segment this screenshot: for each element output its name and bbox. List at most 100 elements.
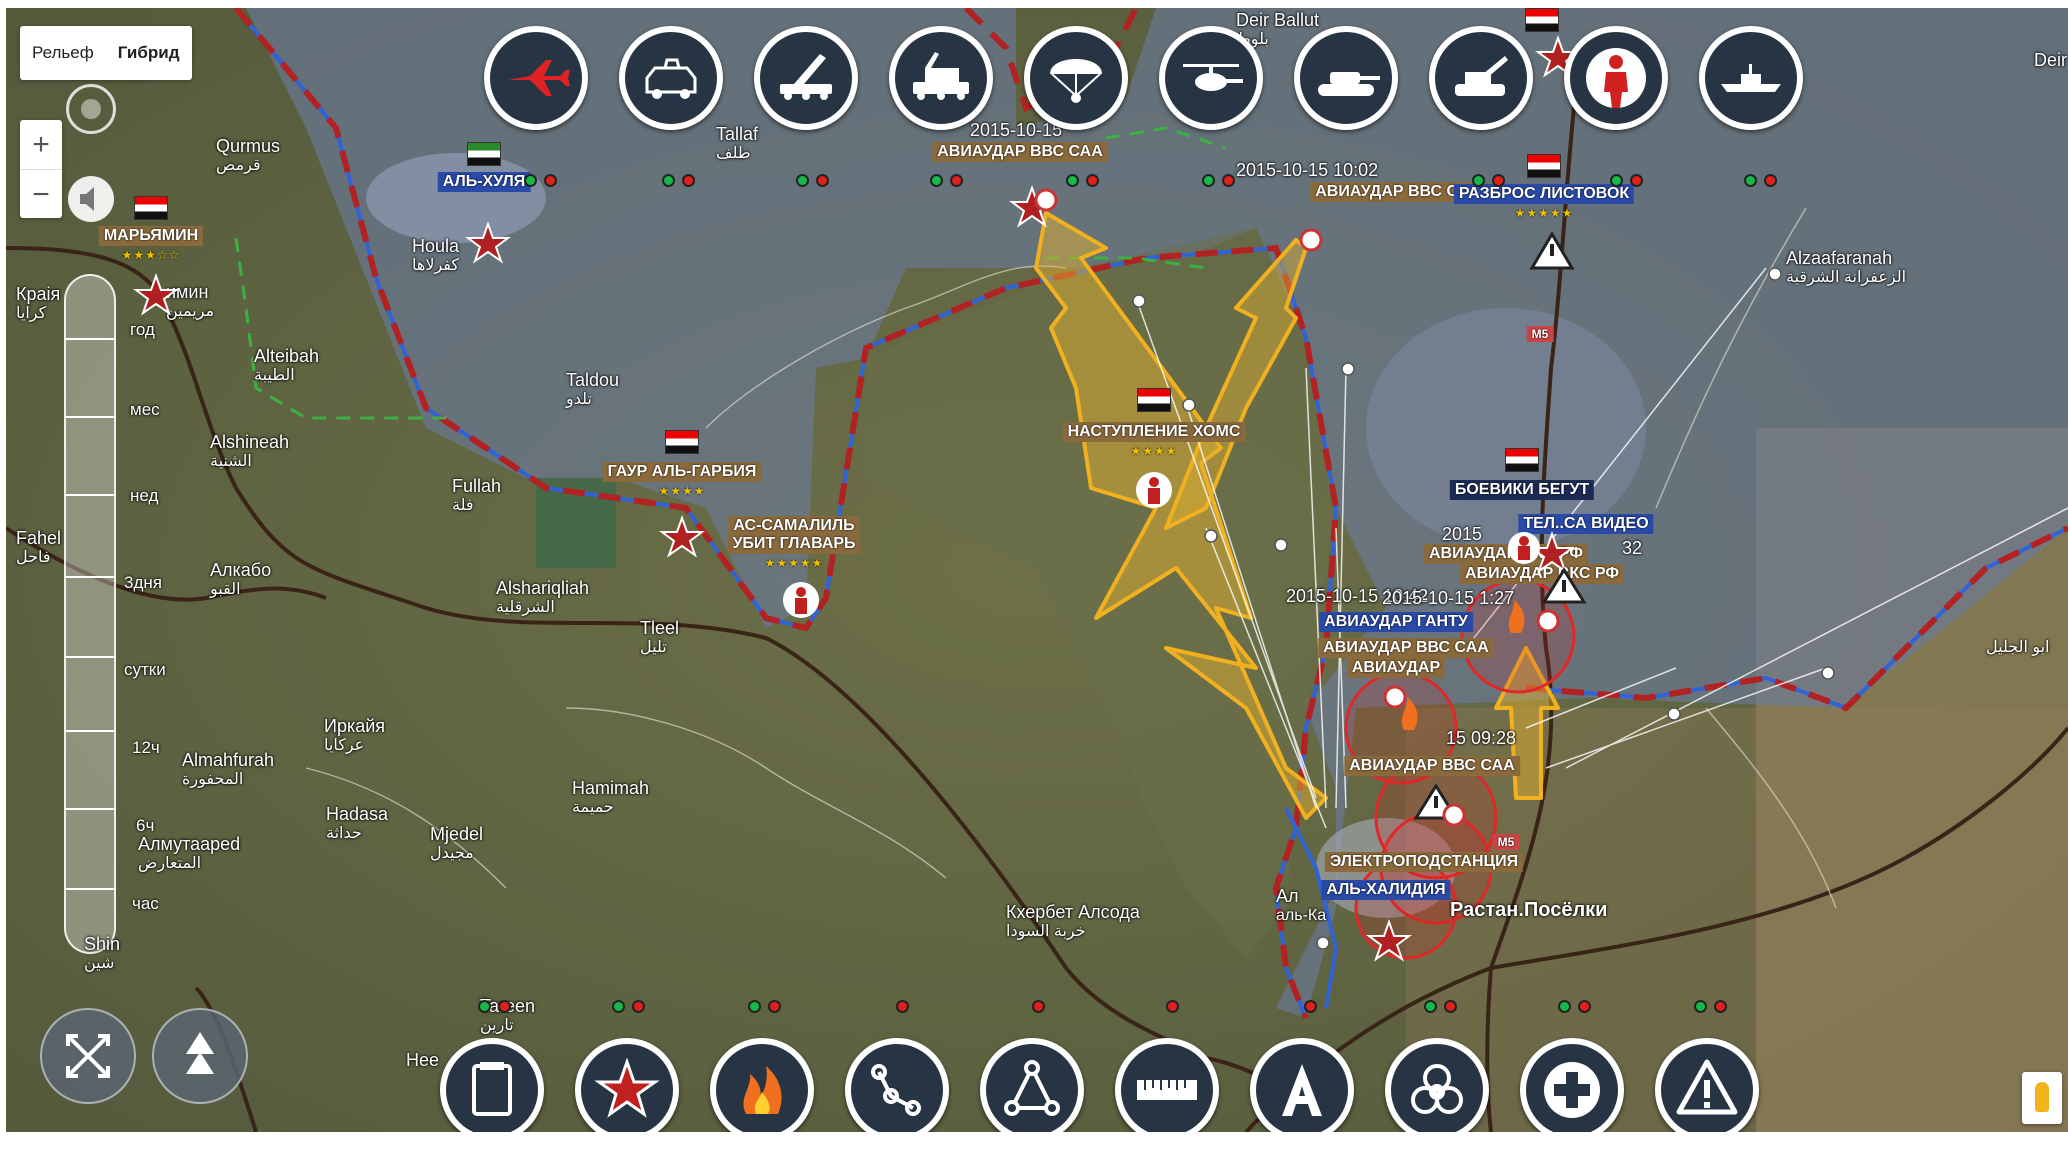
- pan-control[interactable]: [66, 84, 116, 134]
- expand-icon: [66, 1034, 110, 1078]
- town-east: [1366, 308, 1646, 548]
- status-lamp-red: [1304, 1000, 1317, 1013]
- tool-helicopter[interactable]: [1159, 26, 1263, 130]
- marker-label-gaur[interactable]: ГАУР АЛЬ-ГАРБИЯ: [602, 462, 762, 482]
- tool-jet[interactable]: [484, 26, 588, 130]
- rating-stars: ★★★★★: [1514, 206, 1574, 220]
- marker-label-al-hula[interactable]: АЛЬ-ХУЛЯ: [437, 172, 531, 192]
- marker-label-airstrike-g[interactable]: АВИАУДАР ГАНТУ: [1319, 612, 1473, 632]
- timeline-slider[interactable]: [64, 274, 116, 954]
- event-timestamp: 15 09:28: [1446, 728, 1517, 748]
- status-lamp-green: [612, 1000, 625, 1013]
- place-tleel: Tleel تليل: [640, 618, 680, 656]
- timeline-label-day: сутки: [124, 660, 166, 679]
- status-lamp-red: [950, 174, 963, 187]
- tool-medical[interactable]: [1520, 1038, 1624, 1132]
- map-layer: [6, 8, 2068, 1132]
- status-lamp-red: [498, 1000, 511, 1013]
- status-lamp-red: [682, 174, 695, 187]
- town-houla: [366, 153, 546, 243]
- marker-label-marjamin[interactable]: МАРЬЯМИН: [98, 226, 204, 246]
- status-lamp-red: [632, 1000, 645, 1013]
- tool-biohazard[interactable]: [1385, 1038, 1489, 1132]
- tool-mlrs[interactable]: [889, 26, 993, 130]
- medical-cross-icon: [1544, 1062, 1600, 1118]
- place-al-jalil: ابو الجليل: [1986, 639, 2050, 656]
- tool-text[interactable]: [1250, 1038, 1354, 1132]
- place-irkaya: Иркайя عركايا: [324, 716, 386, 754]
- warning-icon: [1676, 1059, 1738, 1115]
- tool-artillery[interactable]: [1429, 26, 1533, 130]
- syria-flag: [1527, 154, 1561, 178]
- tool-route[interactable]: [845, 1038, 949, 1132]
- map-canvas[interactable]: Рельеф Гибрид + − год мес нед 3дня сутки…: [6, 8, 2068, 1132]
- layers-button[interactable]: [152, 1008, 248, 1104]
- place-houla: Houla كفرلاها: [412, 236, 460, 274]
- marker-label-samalil-2[interactable]: УБИТ ГЛАВАРЬ: [727, 534, 861, 554]
- tool-note[interactable]: [440, 1038, 544, 1132]
- marker-label-samalil[interactable]: АС-САМАЛИЛЬ: [728, 516, 860, 536]
- zoom-out-button[interactable]: −: [20, 170, 62, 219]
- fullscreen-button[interactable]: [40, 1008, 136, 1104]
- syria-flag: [665, 430, 699, 454]
- hybrid-option[interactable]: Гибрид: [106, 43, 192, 63]
- status-lamp-green: [1424, 1000, 1437, 1013]
- tank-icon: [1318, 72, 1380, 96]
- timeline-tick: [64, 576, 116, 578]
- place-kraya: Краія كرايا: [16, 284, 61, 322]
- ruler-icon: [1137, 1080, 1197, 1100]
- tool-fire[interactable]: [710, 1038, 814, 1132]
- marker-label-rastan[interactable]: Растан.Посёлки: [1450, 900, 1607, 920]
- relief-option[interactable]: Рельеф: [20, 43, 106, 63]
- tool-rocket-launcher[interactable]: [754, 26, 858, 130]
- street-view-pegman-icon[interactable]: [2022, 1072, 2062, 1124]
- status-lamp-green: [662, 174, 675, 187]
- marker-label-airstrike[interactable]: АВИАУДАР ВВС САА: [1318, 638, 1494, 658]
- place-alshariqliah: Alshariqliah الشرقلية: [496, 578, 590, 616]
- marker-label-airstrike-rf-2[interactable]: АВИАУДАР ВКС РФ: [1460, 564, 1624, 584]
- tool-tank[interactable]: [1294, 26, 1398, 130]
- tool-ruler[interactable]: [1115, 1038, 1219, 1132]
- timeline-tick: [64, 730, 116, 732]
- status-lamp-red: [1492, 174, 1505, 187]
- marker-label-airstrike[interactable]: АВИАУДАР ВВС САА: [932, 142, 1108, 162]
- marker-label-airstrike-rf[interactable]: АВИАУДАР ВКС РФ: [1424, 544, 1588, 564]
- status-lamp-red: [768, 1000, 781, 1013]
- status-lamp-red: [1444, 1000, 1457, 1013]
- status-lamp-green: [1066, 174, 1079, 187]
- place-taldou: Taldou تلدو: [566, 370, 620, 408]
- marker-label-airstrike[interactable]: АВИАУДАР ВВС САА: [1344, 756, 1520, 776]
- place-almahfurah: Almahfurah المحفورة: [182, 750, 275, 788]
- infantry-icon: [1586, 48, 1646, 108]
- place-almutaared: Алмутаарed المتعارض: [138, 834, 241, 872]
- star-icon: [594, 1057, 660, 1118]
- sound-button[interactable]: [68, 176, 114, 222]
- rating-stars: ★★★★: [1130, 444, 1178, 458]
- marker-label-al-khalidiya[interactable]: АЛЬ-ХАЛИДИЯ: [1321, 880, 1451, 900]
- place-hees: Hee: [406, 1050, 440, 1070]
- event-timestamp: 2015-10-15 10:02: [1236, 160, 1379, 180]
- place-qurmus: Qurmus قرمص: [216, 136, 281, 174]
- marker-label-fleeing[interactable]: БОЕВИКИ БЕГУТ: [1449, 480, 1595, 500]
- tool-warning[interactable]: [1655, 1038, 1759, 1132]
- status-lamp-red: [1222, 174, 1235, 187]
- place-kherbet: Кхербет Алсода خربة السودا: [1006, 902, 1140, 940]
- tool-infantry[interactable]: [1564, 26, 1668, 130]
- paratrooper-icon: [1050, 59, 1102, 103]
- tool-triangle-route[interactable]: [980, 1038, 1084, 1132]
- tool-star[interactable]: [575, 1038, 679, 1132]
- timeline-tick: [64, 338, 116, 340]
- marker-label-leaflets[interactable]: РАЗБРОС ЛИСТОВОК: [1453, 184, 1635, 204]
- place-fullah: Fullah فلة: [452, 476, 502, 514]
- rating-stars: ★★★★★: [764, 556, 824, 570]
- tool-warship[interactable]: [1699, 26, 1803, 130]
- marker-label-airstrike[interactable]: АВИАУДАР: [1346, 658, 1446, 678]
- marker-label-offensive[interactable]: НАСТУПЛЕНИЕ ХОМС: [1062, 422, 1246, 442]
- zoom-in-button[interactable]: +: [20, 120, 62, 170]
- rocket-launcher-icon: [780, 54, 832, 100]
- marker-label-power[interactable]: ЭЛЕКТРОПОДСТАНЦИЯ: [1324, 852, 1524, 872]
- marker-label-video[interactable]: ТЕЛ..СА ВИДЕО: [1518, 514, 1654, 534]
- road-sign-m5: M5: [1526, 326, 1554, 342]
- tool-armored-car[interactable]: [619, 26, 723, 130]
- tool-paratrooper[interactable]: [1024, 26, 1128, 130]
